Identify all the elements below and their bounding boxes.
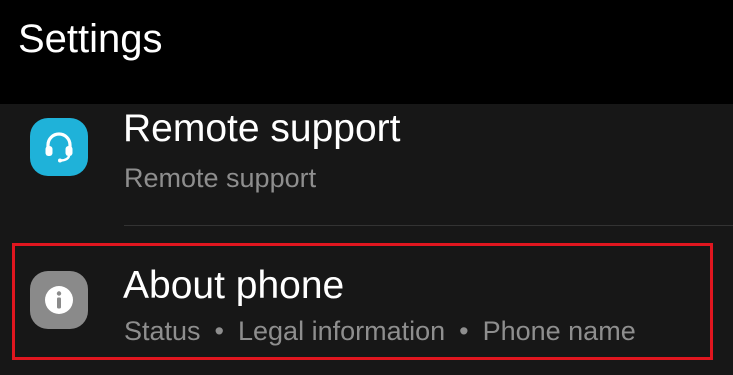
settings-screen: Settings Remote support Remote support A <box>0 0 733 375</box>
summary-status: Status <box>124 316 201 346</box>
remote-support-title: Remote support <box>123 107 401 150</box>
about-phone-title: About phone <box>123 264 345 307</box>
summary-separator: • <box>459 316 469 346</box>
remote-support-summary: Remote support <box>124 163 317 193</box>
info-icon <box>30 271 88 329</box>
settings-item-remote-support[interactable]: Remote support Remote support <box>0 104 733 226</box>
headset-icon <box>30 118 88 176</box>
about-phone-summary: Status • Legal information • Phone name <box>124 315 636 347</box>
app-bar: Settings <box>0 0 733 104</box>
summary-phone-name: Phone name <box>482 316 636 346</box>
page-title: Settings <box>18 17 163 61</box>
summary-legal-information: Legal information <box>238 316 446 346</box>
list-divider <box>124 225 733 226</box>
summary-separator: • <box>214 316 224 346</box>
settings-item-about-phone[interactable]: About phone Status • Legal information • Pho… <box>0 238 733 375</box>
